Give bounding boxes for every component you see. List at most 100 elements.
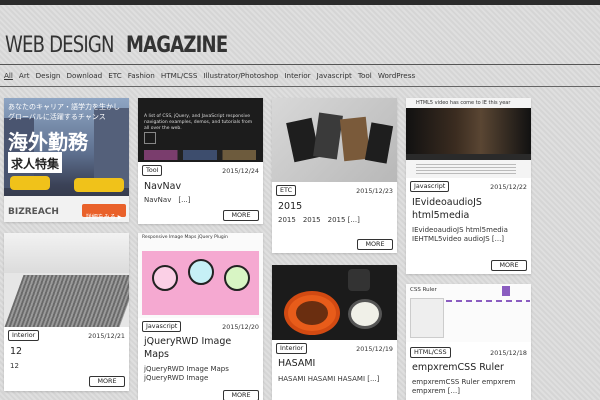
ad-taxi-2 xyxy=(74,178,124,192)
post-date: 2015/12/24 xyxy=(222,166,259,175)
post-thumb-12[interactable] xyxy=(4,233,129,327)
ad-sub: 求人特集 xyxy=(8,152,63,173)
post-date: 2015/12/21 xyxy=(88,331,125,340)
ad-banner[interactable]: あなたのキャリア・語学力を生かし グローバルに活躍するチャンス 海外勤務 求人特… xyxy=(4,98,129,222)
thumb-food-left xyxy=(296,301,328,325)
thumb-bag-4 xyxy=(364,122,394,164)
nav-etc[interactable]: ETC xyxy=(108,71,122,80)
post-date: 2015/12/19 xyxy=(356,344,393,353)
thumb-text-navnav: A list of CSS, jQuery, and JavaScript re… xyxy=(144,114,253,131)
category-tag[interactable]: HTML/CSS xyxy=(410,347,451,358)
post-meta-12: Interior 2015/12/21 xyxy=(8,330,125,341)
character-1 xyxy=(152,265,178,291)
more-button[interactable]: MORE xyxy=(491,260,527,271)
post-title[interactable]: empxremCSS Ruler xyxy=(412,361,525,374)
post-title[interactable]: jQueryRWD Image Maps xyxy=(144,335,257,361)
post-date: 2015/12/20 xyxy=(222,322,259,331)
post-meta-empxremcss-ruler: HTML/CSS 2015/12/18 xyxy=(410,347,527,358)
thumb-bag-2 xyxy=(313,112,343,160)
nav-download[interactable]: Download xyxy=(66,71,102,80)
thumb-strip-navnav xyxy=(144,150,256,160)
post-card-2015[interactable]: ETC 2015/12/23 2015 2015 2015 2015 [...]… xyxy=(272,98,397,253)
post-title[interactable]: HASAMI xyxy=(278,357,391,370)
nav-illustrator-photoshop[interactable]: Illustrator/Photoshop xyxy=(203,71,278,80)
post-excerpt: NavNav [...] xyxy=(144,196,191,204)
logo-bold-text: MAGAZINE xyxy=(125,33,228,58)
nav-html-css[interactable]: HTML/CSS xyxy=(161,71,198,80)
post-meta-jqueryrwd: Javascript 2015/12/20 xyxy=(142,321,259,332)
category-tag[interactable]: Javascript xyxy=(410,181,450,192)
post-date: 2015/12/23 xyxy=(356,186,393,195)
more-button[interactable]: MORE xyxy=(223,210,259,221)
post-excerpt: 2015 2015 2015 [...] xyxy=(278,216,360,224)
category-tag[interactable]: Tool xyxy=(142,165,163,176)
nav-art[interactable]: Art xyxy=(19,71,30,80)
thumb-ruler-empxremcss xyxy=(446,300,530,302)
post-excerpt: 12 xyxy=(10,362,19,370)
header-divider xyxy=(0,64,600,65)
thumb-floor-12 xyxy=(4,275,129,327)
post-thumb-navnav[interactable]: A list of CSS, jQuery, and JavaScript re… xyxy=(138,98,263,162)
post-thumb-ievideoaudiojs[interactable]: HTML5 video has come to IE this year xyxy=(406,98,531,178)
post-excerpt: HASAMI HASAMI HASAMI [...] xyxy=(278,375,380,383)
nav-javascript[interactable]: Javascript xyxy=(317,71,352,80)
post-thumb-hasami[interactable] xyxy=(272,265,397,340)
post-thumb-empxremcss-ruler[interactable]: CSS Ruler xyxy=(406,284,531,342)
nav-tool[interactable]: Tool xyxy=(358,71,372,80)
ad-sub-text: 求人特集 xyxy=(11,157,60,171)
nav-divider xyxy=(0,86,600,87)
nav-fashion[interactable]: Fashion xyxy=(128,71,155,80)
ad-cta-button[interactable]: 詳細をみる ▶ xyxy=(82,204,126,221)
nav-wordpress[interactable]: WordPress xyxy=(378,71,415,80)
ad-cta-label: 詳細をみる ▶ xyxy=(85,214,123,221)
post-thumb-2015[interactable] xyxy=(272,98,397,182)
thumb-text-ievideoaudiojs: HTML5 video has come to IE this year xyxy=(416,100,511,106)
thumb-text-jqueryrwd: Responsive Image Maps jQuery Plugin xyxy=(142,235,228,240)
thumb-video-ievideoaudiojs xyxy=(406,108,531,154)
more-button[interactable]: MORE xyxy=(357,239,393,250)
site-logo[interactable]: WEB DESIGN MAGAZINE xyxy=(5,33,249,59)
character-3 xyxy=(224,265,250,291)
category-tag[interactable]: ETC xyxy=(276,185,297,196)
category-tag[interactable]: Interior xyxy=(276,343,308,354)
post-excerpt: jQueryRWD Image Maps jQueryRWD Image xyxy=(144,365,229,382)
thumb-bowl-right xyxy=(348,299,382,329)
post-card-empxremcss-ruler[interactable]: CSS Ruler HTML/CSS 2015/12/18 empxremCSS… xyxy=(406,284,531,400)
character-2 xyxy=(188,259,214,285)
ad-line1: あなたのキャリア・語学力を生かし xyxy=(8,103,120,111)
thumb-marker-empxremcss xyxy=(502,286,510,296)
post-excerpt: IEvideoaudioJS html5media IEHTML5video a… xyxy=(412,226,508,243)
post-card-navnav[interactable]: A list of CSS, jQuery, and JavaScript re… xyxy=(138,98,263,224)
post-date: 2015/12/18 xyxy=(490,348,527,357)
post-title[interactable]: NavNav xyxy=(144,180,257,193)
category-tag[interactable]: Javascript xyxy=(142,321,182,332)
post-meta-ievideoaudiojs: Javascript 2015/12/22 xyxy=(410,181,527,192)
more-button[interactable]: MORE xyxy=(89,376,125,387)
nav-design[interactable]: Design xyxy=(36,71,61,80)
post-title[interactable]: 2015 xyxy=(278,200,391,213)
nav-all[interactable]: All xyxy=(4,71,13,80)
post-card-jqueryrwd[interactable]: Responsive Image Maps jQuery Plugin Java… xyxy=(138,233,263,400)
post-thumb-jqueryrwd[interactable]: Responsive Image Maps jQuery Plugin xyxy=(138,233,263,318)
post-excerpt: empxremCSS Ruler empxrem empxrem [...] xyxy=(412,378,516,395)
ad-headline: 海外勤務 xyxy=(8,130,88,154)
post-meta-hasami: Interior 2015/12/19 xyxy=(276,343,393,354)
post-card-12[interactable]: Interior 2015/12/21 12 12 MORE xyxy=(4,233,129,391)
thumb-mug xyxy=(348,269,370,291)
post-date: 2015/12/22 xyxy=(490,182,527,191)
nav-interior[interactable]: Interior xyxy=(284,71,310,80)
post-title[interactable]: IEvideoaudioJS html5media xyxy=(412,196,525,222)
more-button[interactable]: MORE xyxy=(223,390,259,400)
thumb-wall-12 xyxy=(4,233,129,273)
thumb-image-jqueryrwd xyxy=(142,251,259,315)
post-title[interactable]: 12 xyxy=(10,345,123,358)
thumb-panel-empxremcss xyxy=(410,298,444,338)
logo-light-text: WEB DESIGN xyxy=(5,33,115,58)
ad-taxi-1 xyxy=(10,176,50,190)
post-card-ievideoaudiojs[interactable]: HTML5 video has come to IE this year Jav… xyxy=(406,98,531,274)
ad-line2: グローバルに活躍するチャンス xyxy=(8,113,106,121)
thumb-box-navnav xyxy=(144,132,156,144)
post-card-hasami[interactable]: Interior 2015/12/19 HASAMI HASAMI HASAMI… xyxy=(272,265,397,400)
category-nav: All Art Design Download ETC Fashion HTML… xyxy=(4,71,415,80)
category-tag[interactable]: Interior xyxy=(8,330,40,341)
